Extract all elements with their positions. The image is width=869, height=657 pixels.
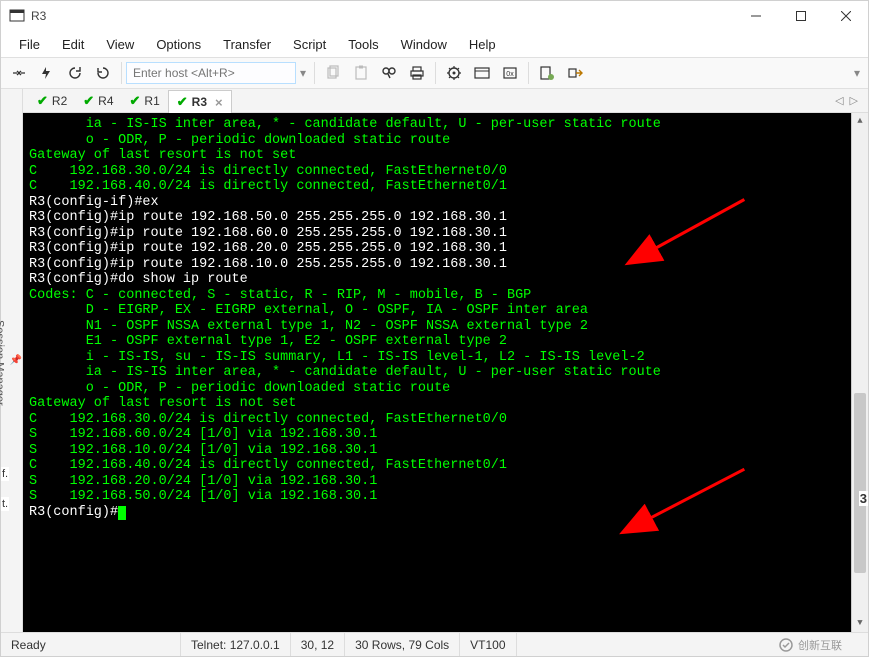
minimize-button[interactable] [733,2,778,31]
scroll-thumb[interactable] [854,393,866,573]
scroll-up-icon[interactable]: ▲ [852,113,868,130]
close-tab-icon[interactable]: × [215,95,223,110]
status-ok-icon: ✔ [177,94,188,110]
terminal-line: S 192.168.20.0/24 [1/0] via 192.168.30.1 [29,474,866,490]
edge-fragment: t. [1,497,9,511]
terminal-line: R3(config)#ip route 192.168.10.0 255.255… [29,257,866,273]
menu-tools[interactable]: Tools [338,33,388,56]
edge-fragment: f. [1,467,9,481]
terminal-output[interactable]: ia - IS-IS inter area, * - candidate def… [23,113,868,632]
terminal-line: Gateway of last resort is not set [29,396,866,412]
terminal-line: R3(config)#do show ip route [29,272,866,288]
status-emulation: VT100 [460,633,516,656]
terminal-line: R3(config-if)#ex [29,195,866,211]
resize-grip[interactable] [848,633,868,656]
session-manager-label: Session Manager [0,320,6,406]
svg-text:0x: 0x [506,71,514,78]
toolbar: ▾ 0x ▾ [1,57,868,89]
terminal-line: Gateway of last resort is not set [29,148,866,164]
watermark-logo: 创新互联 [768,633,848,656]
session-options-icon[interactable] [468,59,496,87]
status-connection: Telnet: 127.0.0.1 [181,633,291,656]
transfer-icon[interactable] [561,59,589,87]
menu-transfer[interactable]: Transfer [213,33,281,56]
toolbar-overflow-icon[interactable]: ▾ [850,66,864,80]
terminal-line: C 192.168.40.0/24 is directly connected,… [29,458,866,474]
terminal-line: D - EIGRP, EX - EIGRP external, O - OSPF… [29,303,866,319]
edge-fragment: 3 [859,491,868,506]
tab-strip: ✔R2✔R4✔R1✔R3× ◁ ▷ [23,89,868,113]
menu-window[interactable]: Window [391,33,457,56]
terminal-line: o - ODR, P - periodic downloaded static … [29,381,866,397]
menubar: FileEditViewOptionsTransferScriptToolsWi… [1,31,868,57]
pin-icon[interactable]: 📌 [10,355,22,366]
terminal-line: ia - IS-IS inter area, * - candidate def… [29,365,866,381]
app-icon [9,8,25,24]
connect-icon[interactable] [5,59,33,87]
status-ok-icon: ✔ [130,93,141,109]
tab-prev-icon[interactable]: ◁ [835,94,843,107]
terminal-scrollbar[interactable]: ▲ ▼ [851,113,868,632]
copy-icon[interactable] [319,59,347,87]
host-dropdown-icon[interactable]: ▾ [296,66,310,80]
terminal-line: E1 - OSPF external type 1, E2 - OSPF ext… [29,334,866,350]
session-manager-panel[interactable]: 📌 Session Manager [1,89,23,632]
terminal-line: R3(config)# [29,505,866,521]
tab-r3[interactable]: ✔R3× [168,90,232,113]
terminal-line: o - ODR, P - periodic downloaded static … [29,133,866,149]
status-cursor: 30, 12 [291,633,345,656]
tab-r4[interactable]: ✔R4 [75,89,121,112]
terminal-line: R3(config)#ip route 192.168.60.0 255.255… [29,226,866,242]
app-window: R3 FileEditViewOptionsTransferScriptTool… [0,0,869,657]
terminal-line: S 192.168.50.0/24 [1/0] via 192.168.30.1 [29,489,866,505]
paste-icon[interactable] [347,59,375,87]
status-ok-icon: ✔ [83,93,94,109]
menu-edit[interactable]: Edit [52,33,94,56]
terminal-line: C 192.168.40.0/24 is directly connected,… [29,179,866,195]
quick-connect-icon[interactable] [33,59,61,87]
scroll-down-icon[interactable]: ▼ [852,615,868,632]
properties-icon[interactable] [440,59,468,87]
terminal-line: i - IS-IS, su - IS-IS summary, L1 - IS-I… [29,350,866,366]
terminal-line: S 192.168.10.0/24 [1/0] via 192.168.30.1 [29,443,866,459]
maximize-button[interactable] [778,2,823,31]
titlebar: R3 [1,1,868,31]
reconnect-icon[interactable] [61,59,89,87]
close-button[interactable] [823,2,868,31]
status-ready: Ready [1,633,181,656]
host-input[interactable] [126,62,296,84]
terminal-line: Codes: C - connected, S - static, R - RI… [29,288,866,304]
terminal-line: R3(config)#ip route 192.168.20.0 255.255… [29,241,866,257]
cursor [118,506,126,520]
disconnect-icon[interactable] [89,59,117,87]
status-size: 30 Rows, 79 Cols [345,633,460,656]
terminal-line: C 192.168.30.0/24 is directly connected,… [29,412,866,428]
terminal-line: ia - IS-IS inter area, * - candidate def… [29,117,866,133]
print-icon[interactable] [403,59,431,87]
script-icon[interactable] [533,59,561,87]
window-title: R3 [31,9,46,23]
status-ok-icon: ✔ [37,93,48,109]
menu-view[interactable]: View [96,33,144,56]
terminal-line: S 192.168.60.0/24 [1/0] via 192.168.30.1 [29,427,866,443]
find-icon[interactable] [375,59,403,87]
tab-r1[interactable]: ✔R1 [122,89,168,112]
menu-options[interactable]: Options [146,33,211,56]
tab-next-icon[interactable]: ▷ [850,94,858,107]
status-bar: Ready Telnet: 127.0.0.1 30, 12 30 Rows, … [1,632,868,656]
menu-script[interactable]: Script [283,33,336,56]
terminal-line: C 192.168.30.0/24 is directly connected,… [29,164,866,180]
terminal-line: R3(config)#ip route 192.168.50.0 255.255… [29,210,866,226]
menu-file[interactable]: File [9,33,50,56]
terminal-line: N1 - OSPF NSSA external type 1, N2 - OSP… [29,319,866,335]
tab-r2[interactable]: ✔R2 [29,89,75,112]
menu-help[interactable]: Help [459,33,506,56]
hex-icon[interactable]: 0x [496,59,524,87]
